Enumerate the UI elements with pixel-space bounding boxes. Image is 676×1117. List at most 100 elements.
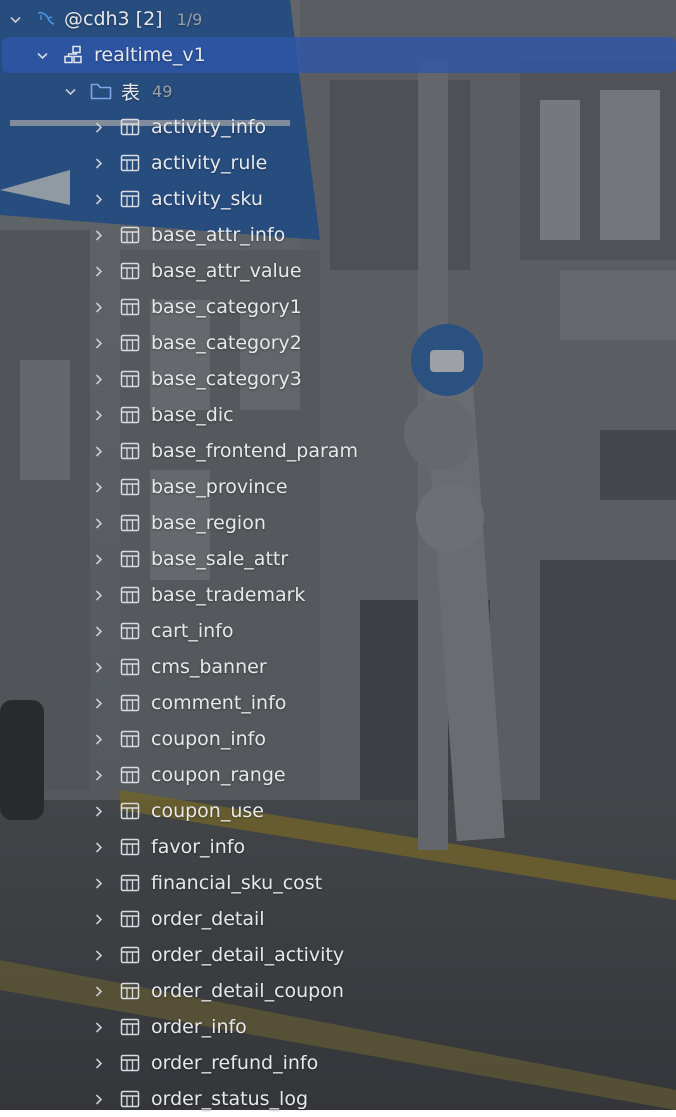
chevron-right-icon[interactable] xyxy=(91,624,105,638)
schema-label: realtime_v1 xyxy=(94,44,206,66)
table-row[interactable]: coupon_use xyxy=(0,793,676,829)
chevron-right-icon[interactable] xyxy=(91,768,105,782)
table-row[interactable]: activity_sku xyxy=(0,181,676,217)
chevron-right-icon[interactable] xyxy=(91,156,105,170)
chevron-down-icon[interactable] xyxy=(63,84,77,98)
table-name: base_dic xyxy=(151,404,234,426)
table-row[interactable]: base_attr_info xyxy=(0,217,676,253)
table-row[interactable]: order_detail_activity xyxy=(0,937,676,973)
table-icon xyxy=(119,404,141,426)
table-row[interactable]: cart_info xyxy=(0,613,676,649)
table-row[interactable]: comment_info xyxy=(0,685,676,721)
table-name: activity_sku xyxy=(151,188,263,210)
table-row[interactable]: order_info xyxy=(0,1009,676,1045)
table-name: coupon_use xyxy=(151,800,264,822)
table-name: comment_info xyxy=(151,692,287,714)
table-row[interactable]: base_dic xyxy=(0,397,676,433)
chevron-right-icon[interactable] xyxy=(91,660,105,674)
table-row[interactable]: favor_info xyxy=(0,829,676,865)
table-row[interactable]: order_detail xyxy=(0,901,676,937)
tree-node-tables-folder[interactable]: 表 49 xyxy=(0,73,676,109)
table-icon xyxy=(119,620,141,642)
table-row[interactable]: coupon_range xyxy=(0,757,676,793)
table-name: activity_rule xyxy=(151,152,268,174)
chevron-right-icon[interactable] xyxy=(91,876,105,890)
table-name: cart_info xyxy=(151,620,234,642)
chevron-right-icon[interactable] xyxy=(91,336,105,350)
table-row[interactable]: order_refund_info xyxy=(0,1045,676,1081)
chevron-right-icon[interactable] xyxy=(91,588,105,602)
table-icon xyxy=(119,440,141,462)
chevron-right-icon[interactable] xyxy=(91,732,105,746)
chevron-right-icon[interactable] xyxy=(91,228,105,242)
folder-icon xyxy=(89,80,113,102)
table-name: base_category3 xyxy=(151,368,302,390)
chevron-right-icon[interactable] xyxy=(91,948,105,962)
chevron-down-icon[interactable] xyxy=(35,48,49,62)
table-icon xyxy=(119,1016,141,1038)
table-icon xyxy=(119,980,141,1002)
chevron-right-icon[interactable] xyxy=(91,804,105,818)
table-icon xyxy=(119,908,141,930)
chevron-right-icon[interactable] xyxy=(91,1056,105,1070)
chevron-right-icon[interactable] xyxy=(91,480,105,494)
table-row[interactable]: base_frontend_param xyxy=(0,433,676,469)
folder-count: 49 xyxy=(152,81,173,101)
chevron-right-icon[interactable] xyxy=(91,372,105,386)
tree-node-schema[interactable]: realtime_v1 xyxy=(2,37,676,73)
mysql-dolphin-icon xyxy=(35,8,57,30)
table-icon xyxy=(119,800,141,822)
table-name: base_sale_attr xyxy=(151,548,289,570)
table-row[interactable]: order_detail_coupon xyxy=(0,973,676,1009)
chevron-right-icon[interactable] xyxy=(91,300,105,314)
table-name: base_category1 xyxy=(151,296,302,318)
chevron-right-icon[interactable] xyxy=(91,516,105,530)
table-name: favor_info xyxy=(151,836,246,858)
table-row[interactable]: base_trademark xyxy=(0,577,676,613)
chevron-right-icon[interactable] xyxy=(91,1020,105,1034)
chevron-right-icon[interactable] xyxy=(91,840,105,854)
table-row[interactable]: coupon_info xyxy=(0,721,676,757)
tree-node-connection[interactable]: @cdh3 [2] 1/9 xyxy=(0,1,676,37)
table-name: cms_banner xyxy=(151,656,267,678)
chevron-right-icon[interactable] xyxy=(91,696,105,710)
chevron-right-icon[interactable] xyxy=(91,912,105,926)
chevron-right-icon[interactable] xyxy=(91,1092,105,1106)
table-row[interactable]: activity_rule xyxy=(0,145,676,181)
table-row[interactable]: base_attr_value xyxy=(0,253,676,289)
table-name: base_attr_info xyxy=(151,224,286,246)
chevron-right-icon[interactable] xyxy=(91,552,105,566)
table-name: activity_info xyxy=(151,116,267,138)
chevron-right-icon[interactable] xyxy=(91,120,105,134)
table-icon xyxy=(119,368,141,390)
table-name: coupon_range xyxy=(151,764,286,786)
table-icon xyxy=(119,872,141,894)
table-name: order_refund_info xyxy=(151,1052,319,1074)
chevron-right-icon[interactable] xyxy=(91,444,105,458)
table-row[interactable]: base_sale_attr xyxy=(0,541,676,577)
table-row[interactable]: cms_banner xyxy=(0,649,676,685)
schema-icon xyxy=(62,44,84,66)
table-row[interactable]: activity_info xyxy=(0,109,676,145)
table-icon xyxy=(119,116,141,138)
table-name: order_detail_coupon xyxy=(151,980,344,1002)
table-row[interactable]: base_category1 xyxy=(0,289,676,325)
chevron-right-icon[interactable] xyxy=(91,192,105,206)
chevron-right-icon[interactable] xyxy=(91,264,105,278)
table-icon xyxy=(119,764,141,786)
chevron-right-icon[interactable] xyxy=(91,408,105,422)
table-icon xyxy=(119,512,141,534)
chevron-right-icon[interactable] xyxy=(91,984,105,998)
table-name: base_province xyxy=(151,476,288,498)
table-row[interactable]: base_region xyxy=(0,505,676,541)
table-row[interactable]: financial_sku_cost xyxy=(0,865,676,901)
table-row[interactable]: base_province xyxy=(0,469,676,505)
chevron-down-icon[interactable] xyxy=(8,12,22,26)
table-row[interactable]: order_status_log xyxy=(0,1081,676,1117)
table-row[interactable]: base_category2 xyxy=(0,325,676,361)
table-icon xyxy=(119,152,141,174)
table-icon xyxy=(119,836,141,858)
table-row[interactable]: base_category3 xyxy=(0,361,676,397)
connection-count: 1/9 xyxy=(176,9,203,29)
table-icon xyxy=(119,656,141,678)
